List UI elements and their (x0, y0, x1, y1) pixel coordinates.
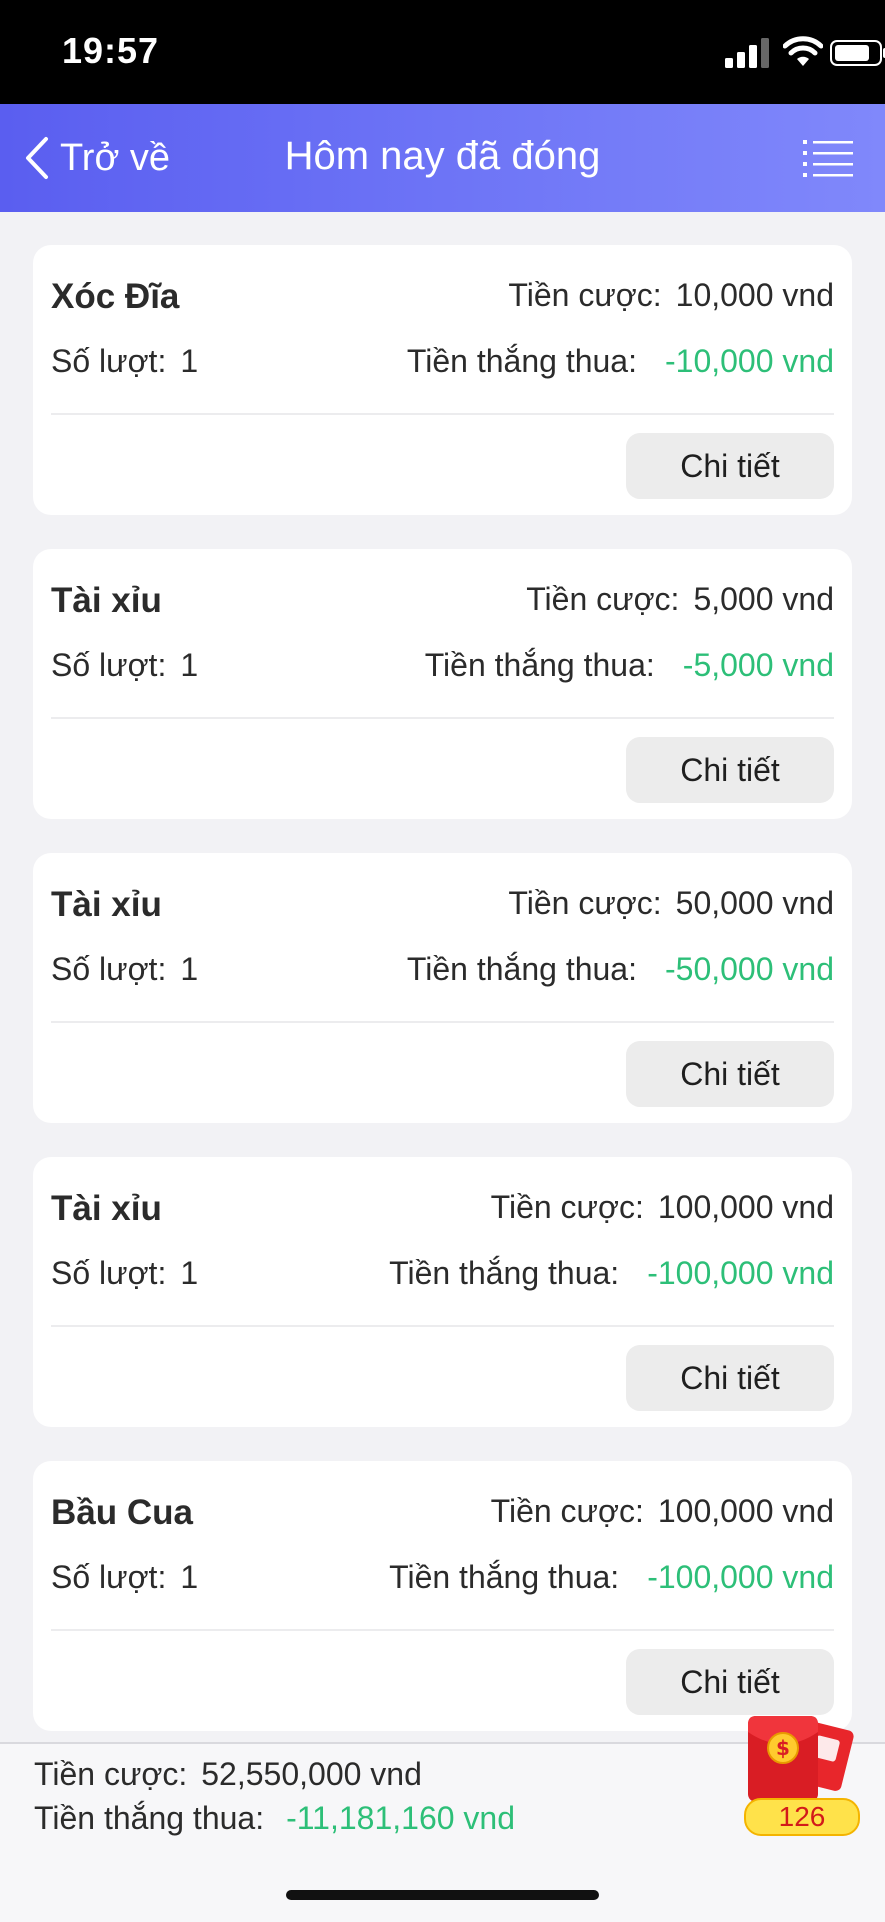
divider (51, 717, 834, 719)
bet-label: Tiền cược: (490, 1189, 644, 1225)
record-card: Tài xỉu Tiền cược: 100,000 vnd Số lượt: 1 … (33, 1157, 852, 1427)
bet-label: Tiền cược: (490, 1493, 644, 1529)
win-loss: Tiền thắng thua: -10,000 vnd (407, 343, 834, 380)
result-label: Tiền thắng thua: (424, 647, 655, 683)
bet-value: 10,000 vnd (675, 277, 834, 313)
page-title: Hôm nay đã đóng (284, 134, 601, 178)
status-bar: 19:57 (0, 0, 885, 104)
record-card: Bầu Cua Tiền cược: 100,000 vnd Số lượt: 1 … (33, 1461, 852, 1731)
divider (51, 413, 834, 415)
detail-button[interactable]: Chi tiết (626, 433, 834, 499)
bet-amount: Tiền cược: 50,000 vnd (508, 885, 834, 922)
menu-list-icon[interactable] (803, 138, 853, 178)
detail-button[interactable]: Chi tiết (626, 1041, 834, 1107)
count-label: Số lượt: (51, 1255, 167, 1291)
detail-button[interactable]: Chi tiết (626, 1345, 834, 1411)
divider (51, 1325, 834, 1327)
win-loss: Tiền thắng thua: -5,000 vnd (425, 647, 834, 684)
red-envelope-icon: $ (748, 1716, 854, 1802)
count-label: Số lượt: (51, 343, 167, 379)
svg-text:$: $ (776, 1736, 790, 1760)
count-value: 1 (180, 1255, 199, 1291)
result-label: Tiền thắng thua: (406, 951, 637, 987)
home-indicator (286, 1890, 599, 1900)
detail-button[interactable]: Chi tiết (626, 737, 834, 803)
bet-value: 50,000 vnd (675, 885, 834, 921)
divider (51, 1629, 834, 1631)
total-bet-label: Tiền cược: (34, 1756, 188, 1792)
result-value: -100,000 vnd (647, 1255, 834, 1291)
wifi-icon (783, 36, 823, 66)
total-result-label: Tiền thắng thua: (34, 1800, 265, 1836)
record-card: Tài xỉu Tiền cược: 5,000 vnd Số lượt: 1 Ti… (33, 549, 852, 819)
nav-bar: Trở về Hôm nay đã đóng (0, 104, 885, 212)
bet-value: 100,000 vnd (657, 1189, 834, 1225)
bet-label: Tiền cược: (508, 885, 662, 921)
result-value: -100,000 vnd (647, 1559, 834, 1595)
game-name: Tài xỉu (51, 581, 162, 620)
bet-amount: Tiền cược: 5,000 vnd (526, 581, 834, 618)
game-name: Bầu Cua (51, 1493, 193, 1532)
count-value: 1 (180, 647, 199, 683)
bet-label: Tiền cược: (526, 581, 680, 617)
game-name: Tài xỉu (51, 1189, 162, 1228)
win-loss: Tiền thắng thua: -50,000 vnd (407, 951, 834, 988)
count-label: Số lượt: (51, 951, 167, 987)
detail-button[interactable]: Chi tiết (626, 1649, 834, 1715)
record-card: Xóc Đĩa Tiền cược: 10,000 vnd Số lượt: 1 T… (33, 245, 852, 515)
status-time: 19:57 (62, 30, 160, 71)
count-label: Số lượt: (51, 647, 167, 683)
signal-icon (725, 38, 769, 68)
result-value: -50,000 vnd (664, 951, 834, 987)
turn-count: Số lượt: 1 (51, 647, 198, 684)
win-loss: Tiền thắng thua: -100,000 vnd (389, 1559, 834, 1596)
total-win-loss: Tiền thắng thua: -11,181,160 vnd (34, 1800, 515, 1837)
result-label: Tiền thắng thua: (389, 1255, 620, 1291)
red-envelope-button[interactable]: $ 126 (742, 1712, 862, 1836)
total-bet-value: 52,550,000 vnd (201, 1756, 422, 1792)
bet-amount: Tiền cược: 100,000 vnd (491, 1189, 834, 1226)
game-name: Xóc Đĩa (51, 277, 180, 316)
count-label: Số lượt: (51, 1559, 167, 1595)
game-name: Tài xỉu (51, 885, 162, 924)
bet-amount: Tiền cược: 100,000 vnd (491, 1493, 834, 1530)
bet-value: 5,000 vnd (693, 581, 834, 617)
bet-label: Tiền cược: (508, 277, 662, 313)
count-value: 1 (180, 343, 199, 379)
total-result-value: -11,181,160 vnd (286, 1800, 516, 1836)
turn-count: Số lượt: 1 (51, 951, 198, 988)
turn-count: Số lượt: 1 (51, 1255, 198, 1292)
envelope-count-badge: 126 (744, 1798, 860, 1836)
count-value: 1 (180, 951, 199, 987)
result-label: Tiền thắng thua: (389, 1559, 620, 1595)
bet-amount: Tiền cược: 10,000 vnd (508, 277, 834, 314)
record-card: Tài xỉu Tiền cược: 50,000 vnd Số lượt: 1 T… (33, 853, 852, 1123)
bet-value: 100,000 vnd (657, 1493, 834, 1529)
records-list: Xóc Đĩa Tiền cược: 10,000 vnd Số lượt: 1 T… (0, 212, 885, 1742)
result-value: -5,000 vnd (682, 647, 834, 683)
result-value: -10,000 vnd (664, 343, 834, 379)
win-loss: Tiền thắng thua: -100,000 vnd (389, 1255, 834, 1292)
turn-count: Số lượt: 1 (51, 343, 198, 380)
battery-icon (830, 40, 885, 66)
turn-count: Số lượt: 1 (51, 1559, 198, 1596)
result-label: Tiền thắng thua: (406, 343, 637, 379)
count-value: 1 (180, 1559, 199, 1595)
divider (51, 1021, 834, 1023)
total-bet: Tiền cược: 52,550,000 vnd (34, 1756, 422, 1793)
